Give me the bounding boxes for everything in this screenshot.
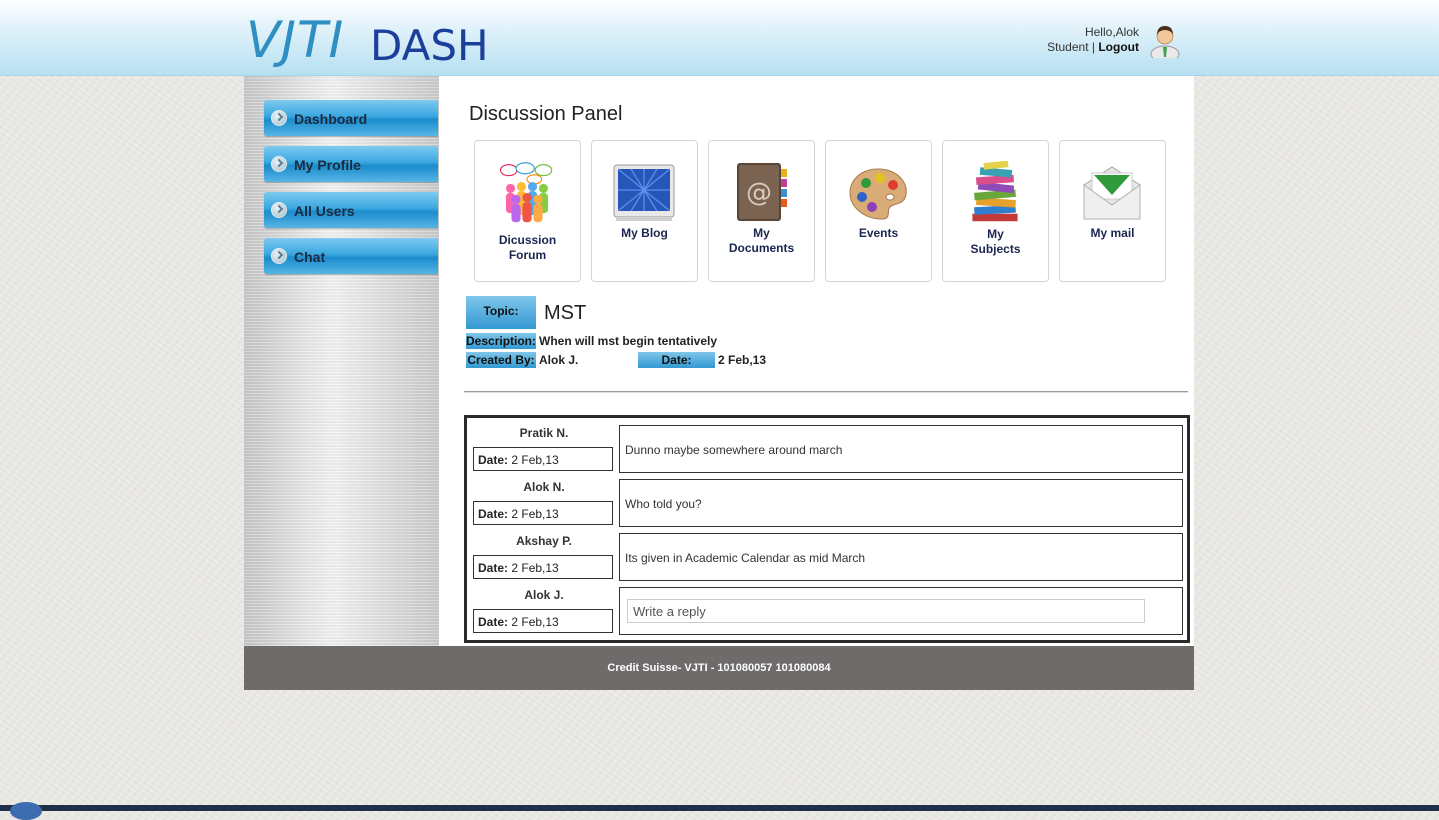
address-book-icon: @ (737, 163, 787, 221)
reply-message: Dunno maybe somewhere around march (625, 443, 843, 457)
separator-text: | (1091, 40, 1095, 54)
created-by-value: Alok J. (539, 353, 579, 367)
tile-label: My mail (1090, 226, 1135, 240)
palette-icon (849, 168, 907, 220)
divider (464, 391, 1188, 393)
reply-date-label: Date: (478, 507, 509, 521)
date-label: Date: (638, 352, 715, 368)
tile-discussion-forum[interactable]: Dicussion Forum (474, 140, 581, 282)
footer: Credit Suisse- VJTI - 101080057 10108008… (244, 646, 1194, 690)
sidebar: Dashboard My Profile All Users Chat (244, 76, 439, 646)
tile-label: My Blog (621, 226, 668, 240)
created-by-label: Created By: (466, 352, 536, 368)
main-content: Discussion Panel Dicussion Forum My Blog… (439, 76, 1194, 646)
logout-link[interactable]: Logout (1098, 40, 1139, 54)
reply-message-box: Its given in Academic Calendar as mid Ma… (619, 533, 1183, 581)
date-value: 2 Feb,13 (718, 353, 767, 367)
taskbar (0, 805, 1439, 811)
header-bar: VJTI DASH Hello,Alok Student | Logout (0, 0, 1439, 76)
tile-my-documents[interactable]: @ My Documents (708, 140, 815, 282)
user-info: Hello,Alok Student | Logout (1047, 25, 1139, 55)
reply-author: Alok J. (524, 588, 564, 602)
reply-date-box: Date: 2 Feb,13 (473, 447, 613, 471)
reply-message-box: Who told you? (619, 479, 1183, 527)
footer-text: Credit Suisse- VJTI - 101080057 10108008… (607, 662, 831, 674)
logo-vjti-text: VJTI (246, 11, 345, 69)
tile-label: My (987, 227, 1004, 241)
reply-thread: Pratik N. Date: 2 Feb,13 Dunno maybe som… (464, 415, 1190, 643)
tile-events[interactable]: Events (825, 140, 932, 282)
tile-label: Dicussion (498, 233, 557, 247)
reply-author: Akshay P. (516, 534, 572, 548)
reply-message: Who told you? (625, 497, 702, 511)
reply-message: Its given in Academic Calendar as mid Ma… (625, 551, 866, 565)
discussion-forum-icon (499, 162, 553, 223)
tile-label: Documents (728, 241, 795, 255)
chevron-right-icon (271, 248, 287, 264)
logo-dash-text: DASH (370, 21, 489, 70)
reply-date: 2 Feb,13 (511, 507, 559, 521)
reply-author: Pratik N. (519, 426, 569, 440)
sidebar-item-chat[interactable]: Chat (264, 238, 438, 274)
tile-label: My (753, 226, 770, 240)
reply-date-label: Date: (478, 561, 509, 575)
tile-my-blog[interactable]: My Blog (591, 140, 698, 282)
greeting-text: Hello,Alok (1084, 25, 1139, 39)
reply-author: Alok N. (523, 480, 565, 494)
chevron-right-icon (271, 202, 287, 218)
reply-date: 2 Feb,13 (511, 615, 559, 629)
tile-my-mail[interactable]: My mail (1059, 140, 1166, 282)
start-button-icon[interactable] (10, 802, 42, 820)
sidebar-item-all-users[interactable]: All Users (264, 192, 438, 228)
reply-date-box: Date: 2 Feb,13 (473, 609, 613, 633)
books-icon (972, 161, 1018, 222)
reply-date-box: Date: 2 Feb,13 (473, 501, 613, 525)
chevron-right-icon (271, 110, 287, 126)
topic-label: Topic: (466, 296, 536, 329)
reply-date: 2 Feb,13 (511, 453, 559, 467)
sidebar-item-my-profile[interactable]: My Profile (264, 146, 438, 182)
sidebar-item-label: All Users (294, 203, 355, 219)
tile-label: Events (858, 226, 899, 240)
reply-date: 2 Feb,13 (511, 561, 559, 575)
svg-text:@: @ (746, 178, 772, 208)
envelope-icon (1083, 166, 1141, 220)
chevron-right-icon (271, 156, 287, 172)
topic-value: MST (544, 302, 587, 324)
sidebar-item-dashboard[interactable]: Dashboard (264, 100, 438, 136)
user-avatar-icon (1150, 26, 1180, 58)
sidebar-item-label: My Profile (294, 157, 361, 173)
blog-icon (613, 164, 675, 221)
tile-my-subjects[interactable]: My Subjects (942, 140, 1049, 282)
reply-compose-box (619, 587, 1183, 635)
tile-label: Subjects (970, 242, 1021, 256)
reply-date-label: Date: (478, 453, 509, 467)
reply-date-label: Date: (478, 615, 509, 629)
reply-input[interactable] (627, 599, 1145, 623)
tile-label: Forum (508, 248, 547, 262)
sidebar-item-label: Dashboard (294, 111, 368, 127)
reply-message-box: Dunno maybe somewhere around march (619, 425, 1183, 473)
sidebar-item-label: Chat (294, 249, 326, 265)
description-label: Description: (466, 333, 537, 349)
page-title: Discussion Panel (469, 103, 623, 125)
reply-date-box: Date: 2 Feb,13 (473, 555, 613, 579)
description-value: When will mst begin tentatively (539, 334, 718, 348)
role-text: Student (1047, 40, 1089, 54)
